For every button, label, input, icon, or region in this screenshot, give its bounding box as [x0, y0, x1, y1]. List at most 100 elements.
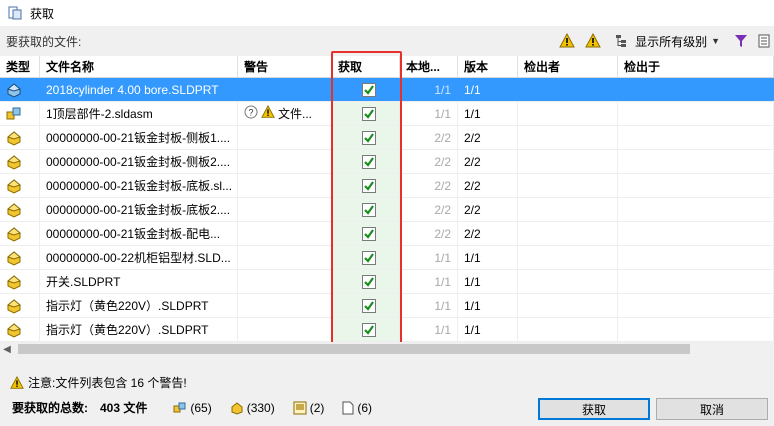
get-checkbox[interactable]: [361, 82, 376, 97]
table-row[interactable]: 1顶层部件-2.sldasm ? 文件... 1/1 1/1: [0, 102, 774, 126]
table-row[interactable]: 00000000-00-21钣金封板-侧板1.... 2/2 2/2: [0, 126, 774, 150]
get-cell: [332, 102, 400, 125]
get-checkbox[interactable]: [361, 154, 376, 169]
get-cell: [332, 318, 400, 341]
warning-filter-button[interactable]: [559, 30, 575, 52]
cancel-button[interactable]: 取消: [656, 398, 768, 420]
warning-icon: [10, 375, 24, 389]
version-cell: 1/1: [458, 78, 518, 101]
col-header-warning[interactable]: 警告: [238, 56, 332, 77]
columns-button[interactable]: [758, 30, 770, 52]
part-icon: [0, 246, 40, 269]
part-icon: [0, 174, 40, 197]
table-row[interactable]: 00000000-00-21钣金封板-底板2.... 2/2 2/2: [0, 198, 774, 222]
checked-out-at-cell: [618, 294, 774, 317]
version-cell: 1/1: [458, 246, 518, 269]
document-icon: [342, 401, 354, 414]
col-header-version[interactable]: 版本: [458, 56, 518, 77]
checked-out-at-cell: [618, 270, 774, 293]
file-name-cell: 00000000-00-21钣金封板-底板2....: [40, 198, 238, 221]
table-row[interactable]: 2018cylinder 4.00 bore.SLDPRT 1/1 1/1: [0, 78, 774, 102]
local-version-cell: 1/1: [400, 102, 458, 125]
horizontal-scrollbar[interactable]: ◀: [0, 342, 774, 356]
version-cell: 2/2: [458, 150, 518, 173]
warning-cell: [238, 270, 332, 293]
col-header-checked-out-at[interactable]: 检出于: [618, 56, 774, 77]
col-header-name[interactable]: 文件名称: [40, 56, 238, 77]
other-file-count: (6): [342, 401, 372, 415]
total-label: 要获取的总数:: [12, 401, 88, 415]
scroll-left-icon[interactable]: ◀: [0, 344, 14, 355]
get-app-icon: [8, 6, 22, 20]
file-name-cell: 00000000-00-21钣金封板-配电...: [40, 222, 238, 245]
col-header-local[interactable]: 本地...: [400, 56, 458, 77]
table-row[interactable]: 00000000-00-21钣金封板-底板.sl... 2/2 2/2: [0, 174, 774, 198]
get-cell: [332, 78, 400, 101]
svg-text:?: ?: [248, 108, 253, 118]
scroll-thumb[interactable]: [18, 344, 690, 354]
local-version-cell: 2/2: [400, 222, 458, 245]
get-checkbox[interactable]: [361, 106, 376, 121]
warning-cell: ? 文件...: [238, 102, 332, 125]
get-checkbox[interactable]: [361, 130, 376, 145]
warning-cell: [238, 126, 332, 149]
total-count: 403 文件: [100, 401, 148, 415]
get-checkbox[interactable]: [361, 322, 376, 337]
file-name-cell: 指示灯（黄色220V）.SLDPRT: [40, 294, 238, 317]
local-version-cell: 2/2: [400, 198, 458, 221]
table-row[interactable]: 00000000-00-21钣金封板-侧板2.... 2/2 2/2: [0, 150, 774, 174]
file-name-cell: 1顶层部件-2.sldasm: [40, 102, 238, 125]
warning-next-button[interactable]: [585, 30, 601, 52]
warning-cell: [238, 78, 332, 101]
part-icon: [0, 318, 40, 341]
filter-button[interactable]: [734, 30, 748, 52]
version-cell: 1/1: [458, 270, 518, 293]
file-name-cell: 2018cylinder 4.00 bore.SLDPRT: [40, 78, 238, 101]
warning-text: 文件...: [278, 107, 313, 121]
files-caption: 要获取的文件:: [6, 34, 82, 49]
local-version-cell: 1/1: [400, 318, 458, 341]
local-version-cell: 1/1: [400, 294, 458, 317]
get-button[interactable]: 获取: [538, 398, 650, 420]
checked-out-at-cell: [618, 102, 774, 125]
get-checkbox[interactable]: [361, 298, 376, 313]
table-row[interactable]: 指示灯（黄色220V）.SLDPRT 1/1 1/1: [0, 318, 774, 342]
checked-out-by-cell: [518, 126, 618, 149]
scroll-track[interactable]: [14, 342, 774, 356]
version-cell: 2/2: [458, 174, 518, 197]
show-all-levels-dropdown[interactable]: 显示所有级别 ▼: [611, 30, 724, 52]
part-icon: [0, 150, 40, 173]
table-row[interactable]: 指示灯（黄色220V）.SLDPRT 1/1 1/1: [0, 294, 774, 318]
get-cell: [332, 174, 400, 197]
checked-out-by-cell: [518, 294, 618, 317]
version-cell: 2/2: [458, 198, 518, 221]
get-checkbox[interactable]: [361, 274, 376, 289]
file-name-cell: 00000000-00-21钣金封板-侧板1....: [40, 126, 238, 149]
table-row[interactable]: 开关.SLDPRT 1/1 1/1: [0, 270, 774, 294]
file-name-cell: 00000000-00-21钣金封板-侧板2....: [40, 150, 238, 173]
files-table: 类型 文件名称 警告 获取 本地... 版本 检出者 检出于 2018cylin…: [0, 56, 774, 342]
get-checkbox[interactable]: [361, 250, 376, 265]
totals-bar: 要获取的总数: 403 文件 (65) (330) (2) (6): [12, 399, 390, 416]
columns-icon: [758, 34, 770, 48]
assembly-icon: [0, 102, 40, 125]
get-checkbox[interactable]: [361, 178, 376, 193]
col-header-get[interactable]: 获取: [332, 56, 400, 77]
col-header-checked-out-by[interactable]: 检出者: [518, 56, 618, 77]
col-header-type[interactable]: 类型: [0, 56, 40, 77]
get-checkbox[interactable]: [361, 202, 376, 217]
file-name-cell: 00000000-00-21钣金封板-底板.sl...: [40, 174, 238, 197]
help-icon[interactable]: ?: [244, 105, 258, 122]
checked-out-at-cell: [618, 318, 774, 341]
checked-out-at-cell: [618, 222, 774, 245]
table-row[interactable]: 00000000-00-21钣金封板-配电... 2/2 2/2: [0, 222, 774, 246]
title-bar: 获取: [0, 0, 774, 26]
checked-out-at-cell: [618, 198, 774, 221]
drawing-icon: [293, 401, 307, 414]
get-checkbox[interactable]: [361, 226, 376, 241]
checked-out-by-cell: [518, 270, 618, 293]
get-cell: [332, 246, 400, 269]
warning-cell: [238, 246, 332, 269]
table-row[interactable]: 00000000-00-22机柜铝型材.SLD... 1/1 1/1: [0, 246, 774, 270]
warning-cell: [238, 198, 332, 221]
